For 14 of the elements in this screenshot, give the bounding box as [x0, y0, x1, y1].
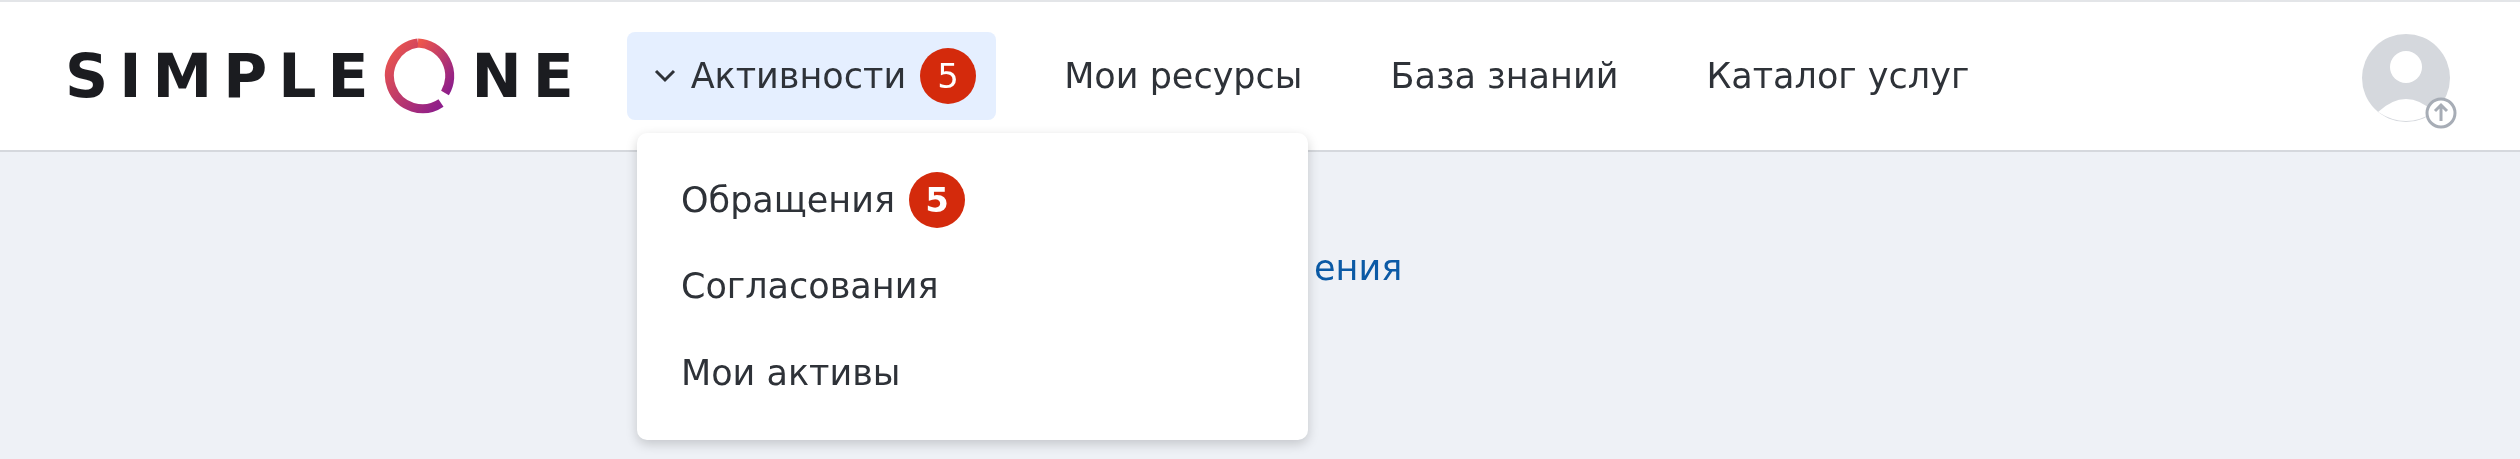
chevron-icon [652, 68, 677, 84]
page-link[interactable]: ения [1314, 248, 1403, 288]
logo-text: SIMPLE [65, 46, 380, 106]
menu-item[interactable]: Согласования [637, 243, 1308, 330]
menu-item[interactable]: Обращения 5 [637, 157, 1308, 244]
logo-text: NE [471, 46, 585, 106]
nav-link[interactable]: База знаний [1390, 56, 1619, 96]
nav-link[interactable]: Мои ресурсы [1064, 56, 1303, 96]
nav-menu-button[interactable]: Активности 5 [626, 32, 997, 120]
count-badge: 5 [920, 48, 977, 104]
menu-item[interactable]: Мои активы [637, 329, 1308, 416]
avatar-icon[interactable] [2362, 34, 2458, 130]
nav-link[interactable]: Каталог услуг [1706, 56, 1970, 96]
count-badge: 5 [909, 172, 965, 229]
